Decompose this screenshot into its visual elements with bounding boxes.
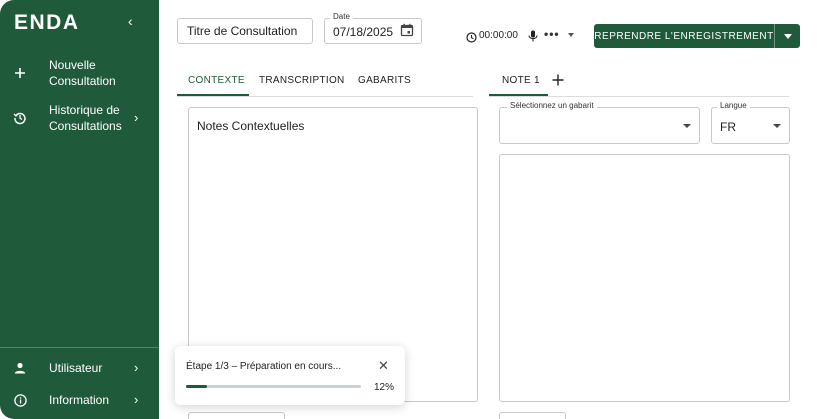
sidebar-item-label: Historique de Consultations [49, 103, 122, 133]
date-value[interactable]: 07/18/2025 [333, 25, 393, 39]
language-value: FR [720, 120, 736, 134]
consultation-title-input[interactable]: Titre de Consultation [177, 18, 313, 44]
sidebar: ENDA ‹ Nouvelle Consultation Historique … [0, 0, 159, 419]
recording-options-button[interactable] [774, 24, 800, 48]
microphone-icon[interactable] [528, 29, 538, 47]
sidebar-item-history[interactable]: Historique de Consultations › [0, 102, 159, 134]
template-select[interactable] [499, 107, 700, 144]
tab-gabarits[interactable]: GABARITS [358, 75, 411, 86]
sidebar-divider [0, 347, 159, 348]
progress-bar-fill [186, 385, 207, 388]
logo: ENDA [14, 11, 80, 34]
date-label: Date [330, 12, 353, 21]
tab-divider [177, 96, 473, 97]
audio-level-dots-icon: ••• [544, 27, 560, 41]
note-editor[interactable] [499, 154, 790, 402]
tab-note-1[interactable]: NOTE 1 [502, 75, 540, 86]
sidebar-item-new-consultation[interactable]: Nouvelle Consultation [0, 57, 159, 89]
sidebar-item-label: Information [49, 393, 110, 407]
resume-recording-button[interactable]: REPRENDRE L'ENREGISTREMENT [594, 24, 774, 48]
close-icon[interactable]: ✕ [378, 358, 389, 374]
tab-transcription[interactable]: TRANSCRIPTION [259, 75, 345, 86]
progress-bar [186, 385, 361, 388]
calendar-icon[interactable] [400, 23, 414, 42]
context-bottom-button[interactable] [188, 412, 285, 419]
tab-contexte[interactable]: CONTEXTE [188, 75, 245, 86]
microphone-dropdown-icon[interactable] [568, 33, 574, 37]
context-notes-text: Notes Contextuelles [197, 119, 305, 133]
note-bottom-button[interactable] [499, 412, 566, 419]
progress-toast: Étape 1/3 – Préparation en cours... ✕ 12… [175, 346, 405, 405]
active-tab-indicator [177, 94, 249, 96]
progress-percentage: 12% [374, 382, 395, 393]
active-note-tab-indicator [489, 94, 548, 96]
chevron-right-icon: › [134, 392, 139, 407]
info-icon [12, 392, 28, 408]
user-icon [12, 360, 28, 376]
collapse-sidebar-icon[interactable]: ‹ [128, 13, 133, 29]
sidebar-item-user[interactable]: Utilisateur › [0, 360, 159, 376]
chevron-down-icon [773, 124, 781, 128]
note-tab-divider [489, 96, 789, 97]
recording-timer: 00:00:00 [479, 30, 518, 41]
sidebar-item-label: Utilisateur [49, 361, 103, 375]
clock-icon [466, 30, 477, 48]
sidebar-item-information[interactable]: Information › [0, 392, 159, 408]
app-window: ENDA ‹ Nouvelle Consultation Historique … [0, 0, 819, 419]
language-select-label: Langue [717, 101, 750, 110]
chevron-right-icon: › [134, 360, 139, 375]
chevron-right-icon: › [134, 110, 139, 125]
add-note-icon[interactable] [552, 73, 564, 91]
chevron-down-icon [784, 34, 792, 39]
history-icon [12, 110, 28, 126]
toast-message: Étape 1/3 – Préparation en cours... [186, 361, 342, 372]
chevron-down-icon [683, 124, 691, 128]
sidebar-item-label: Nouvelle Consultation [49, 58, 116, 88]
template-select-label: Sélectionnez un gabarit [507, 101, 597, 110]
plus-icon [12, 65, 28, 81]
